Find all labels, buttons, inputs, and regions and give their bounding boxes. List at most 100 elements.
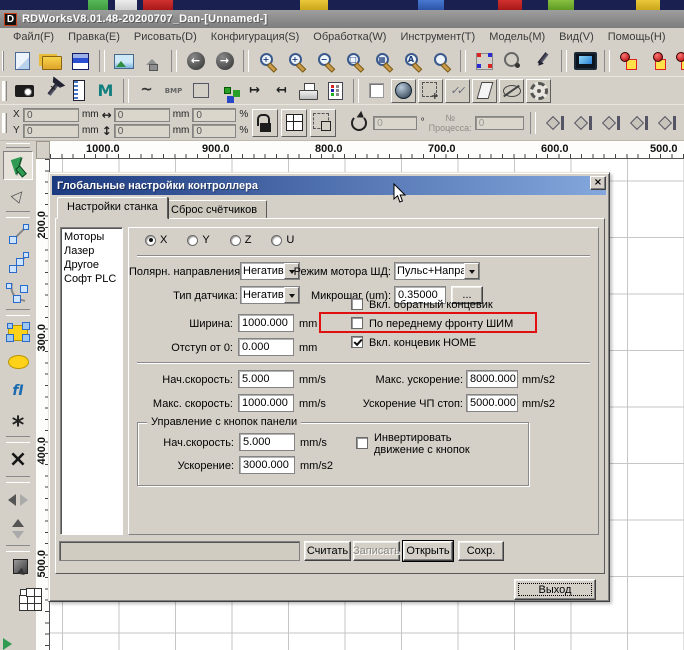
blank-square-icon[interactable] bbox=[364, 79, 389, 103]
layer-list-icon[interactable] bbox=[323, 79, 348, 103]
size-both-icon[interactable] bbox=[657, 112, 679, 134]
zoom-point-icon[interactable]: + bbox=[254, 48, 281, 74]
axis-radio-option[interactable]: Z bbox=[230, 234, 252, 246]
import-image-icon[interactable] bbox=[110, 48, 137, 74]
estop-accel-field[interactable]: 5000.000 bbox=[466, 394, 518, 412]
dialog-close-button[interactable]: × bbox=[590, 176, 606, 190]
dropdown-arrow-icon[interactable] bbox=[464, 263, 479, 279]
menu-item[interactable]: Вид(V) bbox=[552, 29, 601, 45]
reverse-limit-checkbox[interactable] bbox=[351, 298, 363, 310]
text-tool-icon[interactable]: fI bbox=[3, 376, 33, 405]
panel-accel-field[interactable]: 3000.000 bbox=[239, 456, 295, 474]
paste-position-button[interactable] bbox=[310, 109, 336, 137]
toolbar-grip-handle[interactable] bbox=[2, 113, 7, 133]
menu-item[interactable]: Модель(M) bbox=[482, 29, 552, 45]
process-number-field[interactable]: 0 bbox=[475, 116, 524, 130]
node-edit-icon[interactable] bbox=[215, 79, 240, 103]
array-copy-tool-icon[interactable] bbox=[3, 583, 33, 612]
select-frame-icon[interactable] bbox=[471, 48, 498, 74]
tab-machine-settings[interactable]: Настройки станка bbox=[57, 197, 168, 219]
settings-gear-icon[interactable] bbox=[526, 79, 551, 103]
category-list-item[interactable]: Другое bbox=[64, 258, 122, 272]
category-list-item[interactable]: Софт PLC bbox=[64, 272, 122, 286]
menu-item[interactable]: Помощь(H) bbox=[601, 29, 673, 45]
mark-point-a-icon[interactable] bbox=[615, 48, 642, 74]
delete-tool-icon[interactable]: × bbox=[3, 445, 33, 474]
zoom-page-icon[interactable]: □ bbox=[341, 48, 368, 74]
bezier-tool-icon[interactable] bbox=[3, 278, 33, 307]
menu-item[interactable]: Обработка(W) bbox=[306, 29, 393, 45]
width-field[interactable]: 1000.000 bbox=[238, 314, 294, 332]
x-position-field[interactable]: 0 bbox=[23, 108, 79, 122]
hide-preview-icon[interactable] bbox=[499, 79, 524, 103]
verify-check-icon[interactable]: ✓✓ bbox=[445, 79, 470, 103]
home-limit-checkbox[interactable] bbox=[351, 336, 363, 348]
menu-item[interactable]: Инструмент(T) bbox=[393, 29, 482, 45]
machine-device-icon[interactable] bbox=[12, 79, 37, 103]
mark-point-b-icon[interactable] bbox=[644, 48, 671, 74]
rotation-angle-field[interactable]: 0 bbox=[373, 116, 416, 130]
menu-item[interactable]: Правка(E) bbox=[61, 29, 127, 45]
pen-tool-icon[interactable] bbox=[529, 48, 556, 74]
exit-button[interactable]: Выход bbox=[514, 579, 596, 600]
curve-icon[interactable]: ~ bbox=[134, 79, 159, 103]
read-button[interactable]: Считать bbox=[304, 541, 351, 561]
motor-mode-select[interactable]: Пульс+Направ bbox=[394, 262, 480, 280]
knife-cut-icon[interactable] bbox=[472, 79, 497, 103]
toolbar-grip-handle[interactable] bbox=[2, 81, 7, 101]
mirror-v-tool-icon[interactable] bbox=[3, 514, 33, 543]
new-file-icon[interactable] bbox=[9, 48, 36, 74]
height-field[interactable]: 0 bbox=[114, 124, 170, 138]
tab-reset-counters[interactable]: Сброс счётчиков bbox=[161, 200, 267, 219]
dialog-titlebar[interactable]: Глобальные настройки контроллера bbox=[52, 176, 606, 195]
toolbar-grip-handle[interactable] bbox=[2, 51, 4, 71]
line-tool-icon[interactable] bbox=[3, 220, 33, 249]
save-icon[interactable] bbox=[67, 48, 94, 74]
rect-outline-icon[interactable] bbox=[188, 79, 213, 103]
node-edit-tool-icon[interactable]: ▷ bbox=[3, 180, 33, 209]
grid-window-button[interactable] bbox=[281, 109, 307, 137]
size-height-icon[interactable] bbox=[629, 112, 651, 134]
scale-x-field[interactable]: 0 bbox=[192, 108, 236, 122]
redo-forward-icon[interactable]: → bbox=[211, 48, 238, 74]
toolbar-grip-handle[interactable] bbox=[6, 143, 30, 148]
marquee-add-icon[interactable] bbox=[418, 79, 443, 103]
select-tool-icon[interactable] bbox=[3, 151, 33, 180]
offset-field[interactable]: 0.000 bbox=[238, 338, 294, 356]
output-printer-icon[interactable] bbox=[296, 79, 321, 103]
toolbar-overflow-icon[interactable] bbox=[3, 638, 12, 650]
zoom-in-icon[interactable]: + bbox=[283, 48, 310, 74]
bmp-icon[interactable]: BMP bbox=[161, 79, 186, 103]
scale-y-field[interactable]: 0 bbox=[192, 124, 236, 138]
size-width-icon[interactable] bbox=[601, 112, 623, 134]
axis-radio-option[interactable]: X bbox=[145, 234, 167, 246]
ruler-icon[interactable] bbox=[66, 79, 91, 103]
menu-item[interactable]: Файл(F) bbox=[6, 29, 61, 45]
menu-item[interactable]: Конфигурация(S) bbox=[204, 29, 306, 45]
preview-monitor-icon[interactable] bbox=[572, 48, 599, 74]
menu-item[interactable]: Рисовать(D) bbox=[127, 29, 204, 45]
max-accel-field[interactable]: 8000.000 bbox=[466, 370, 518, 388]
mirror-h-tool-icon[interactable] bbox=[3, 485, 33, 514]
skew-h-icon[interactable] bbox=[545, 112, 567, 134]
window-titlebar[interactable]: D RDWorksV8.01.48-20200707_Dan-[Unnamed-… bbox=[0, 10, 684, 28]
zoom-all-icon[interactable]: ▦ bbox=[370, 48, 397, 74]
dimension-h-icon[interactable]: ↦ bbox=[242, 79, 267, 103]
axis-radio-option[interactable]: Y bbox=[187, 234, 209, 246]
category-list-item[interactable]: Лазер bbox=[64, 244, 122, 258]
skew-v-icon[interactable] bbox=[573, 112, 595, 134]
material-library-icon[interactable]: M bbox=[93, 79, 118, 103]
axis-radio-option[interactable]: U bbox=[271, 234, 294, 246]
pen-plus-icon[interactable] bbox=[39, 79, 64, 103]
point-tool-icon[interactable]: * bbox=[3, 405, 33, 434]
dimension-v-icon[interactable]: ↤ bbox=[269, 79, 294, 103]
zoom-view-icon[interactable] bbox=[428, 48, 455, 74]
camera-icon[interactable] bbox=[391, 79, 416, 103]
undo-back-icon[interactable]: ← bbox=[182, 48, 209, 74]
lock-ratio-button[interactable] bbox=[252, 109, 278, 137]
zoom-select-icon[interactable]: A bbox=[399, 48, 426, 74]
rotate-icon[interactable] bbox=[348, 112, 370, 134]
polyline-tool-icon[interactable] bbox=[3, 249, 33, 278]
export-icon[interactable] bbox=[139, 48, 166, 74]
save-button[interactable]: Сохр. bbox=[458, 541, 504, 561]
